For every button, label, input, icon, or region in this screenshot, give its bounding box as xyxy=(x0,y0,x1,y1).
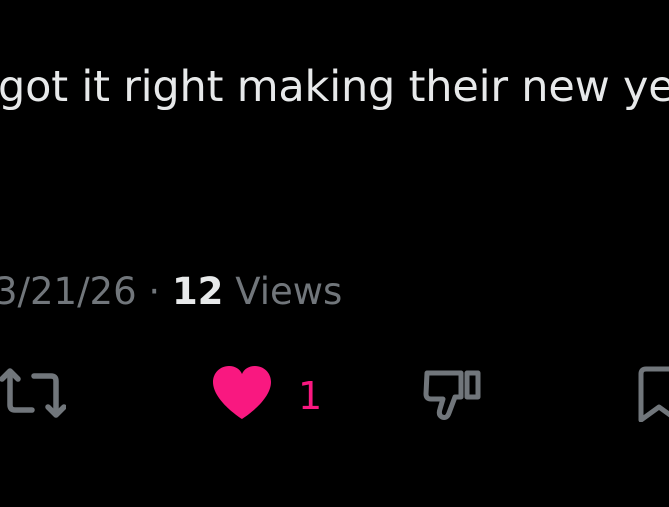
dislike-button[interactable] xyxy=(423,365,483,423)
retweet-button[interactable] xyxy=(0,367,66,419)
like-count[interactable]: 1 xyxy=(298,372,322,420)
tweet-text: got it right making their new ye xyxy=(0,62,669,112)
tweet-detail: got it right making their new ye 3/21/26… xyxy=(0,0,669,507)
views-label: Views xyxy=(235,270,343,313)
thumbs-down-icon xyxy=(423,365,483,423)
tweet-meta: 3/21/26 · 12 Views xyxy=(0,268,342,316)
views-count: 12 xyxy=(171,270,224,313)
tweet-date[interactable]: 3/21/26 xyxy=(0,270,137,313)
bookmark-button[interactable] xyxy=(637,366,669,422)
retweet-icon xyxy=(0,367,66,419)
heart-icon xyxy=(211,365,273,421)
meta-separator: · xyxy=(148,270,161,313)
bookmark-icon xyxy=(637,366,669,422)
like-button[interactable] xyxy=(211,365,273,421)
